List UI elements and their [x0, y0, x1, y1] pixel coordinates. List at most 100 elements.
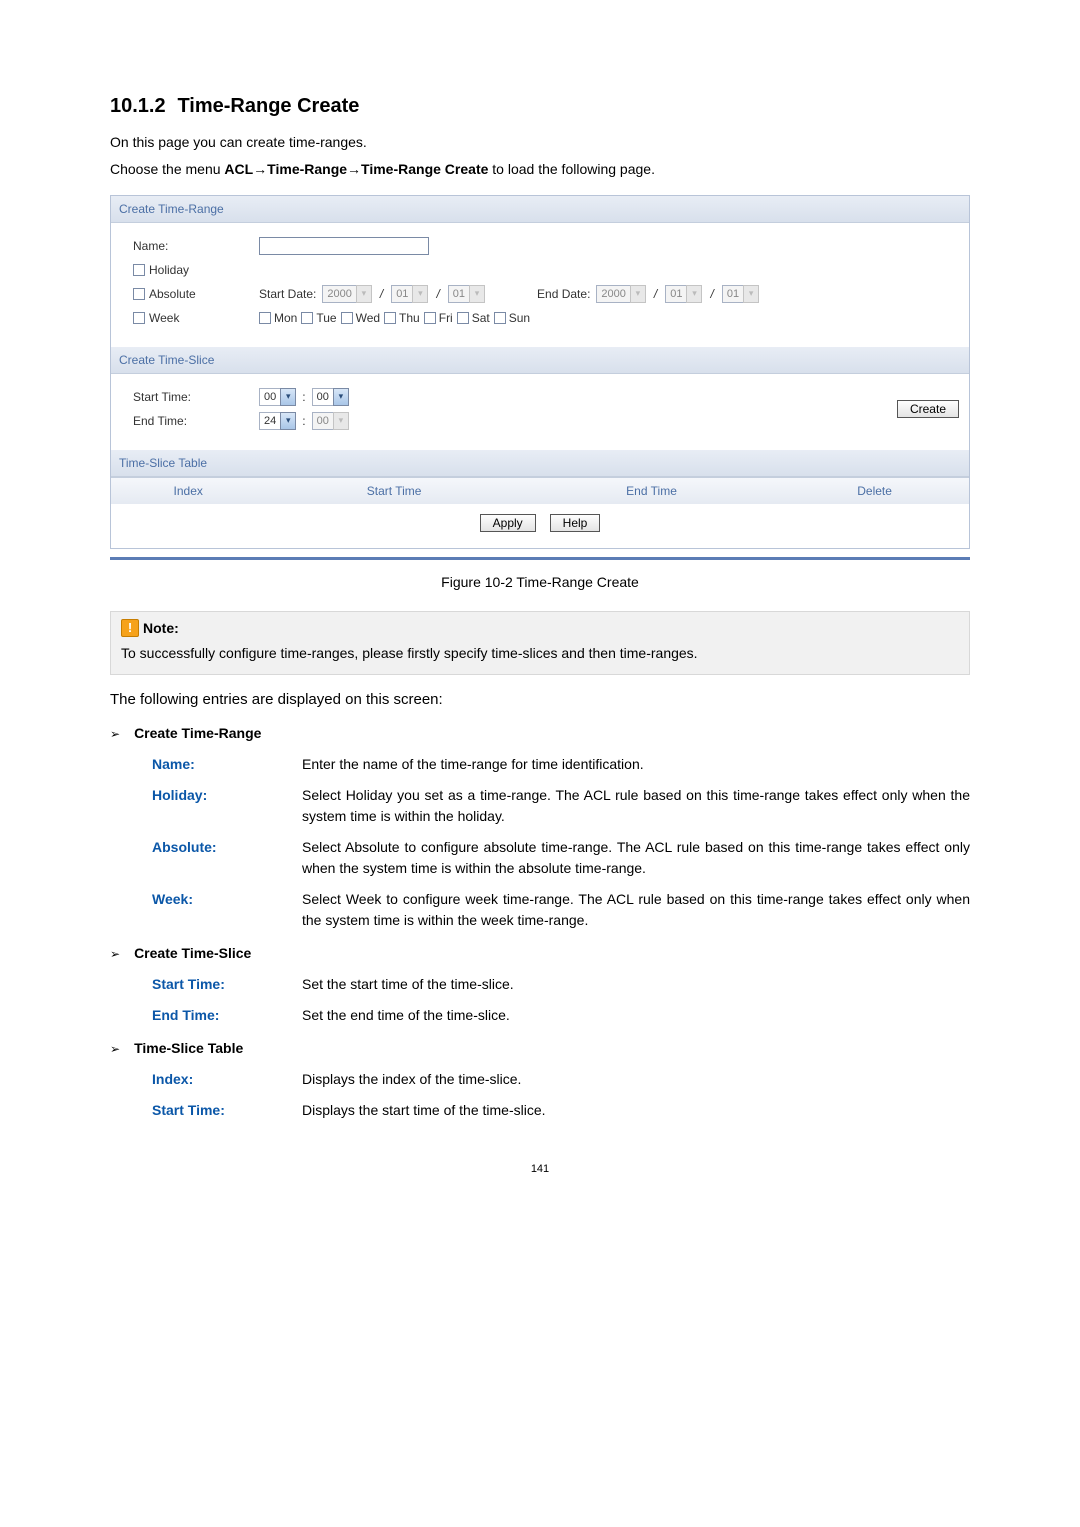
section-number: 10.1.2: [110, 95, 166, 117]
section-title: Time-Range Create: [177, 95, 359, 117]
name-label: Name:: [133, 237, 253, 255]
col-index: Index: [111, 478, 265, 504]
end-hour-dropdown-icon[interactable]: ▾: [280, 412, 296, 430]
warning-icon: !: [121, 619, 139, 637]
col-start-time: Start Time: [265, 478, 522, 504]
week-checkbox[interactable]: [133, 312, 145, 324]
start-day-dropdown-icon[interactable]: ▾: [469, 285, 485, 303]
intro-line2-pre: Choose the menu: [110, 161, 224, 177]
start-min-dropdown-icon[interactable]: ▾: [333, 388, 349, 406]
absolute-checkbox[interactable]: [133, 288, 145, 300]
sun-checkbox[interactable]: [494, 312, 506, 324]
sat-label: Sat: [472, 309, 490, 327]
start-month-select[interactable]: 01: [391, 285, 413, 303]
start-day-select[interactable]: 01: [448, 285, 470, 303]
start-min-select[interactable]: 00: [312, 388, 334, 406]
col-end-time: End Time: [523, 478, 780, 504]
start-month-dropdown-icon[interactable]: ▾: [412, 285, 428, 303]
desc-week: Select Week to configure week time-range…: [302, 889, 970, 931]
name-input[interactable]: [259, 237, 429, 255]
bullet-icon: ➢: [110, 723, 120, 743]
start-year-dropdown-icon[interactable]: ▾: [356, 285, 372, 303]
end-month-select[interactable]: 01: [665, 285, 687, 303]
term-index: Index:: [152, 1069, 302, 1090]
term-end-time: End Time:: [152, 1005, 302, 1026]
end-day-dropdown-icon[interactable]: ▾: [743, 285, 759, 303]
desc-tst-start: Displays the start time of the time-slic…: [302, 1100, 970, 1121]
bullet-icon: ➢: [110, 1038, 120, 1058]
intro-line1: On this page you can create time-ranges.: [110, 132, 970, 153]
sec2-title: Create Time-Slice: [134, 943, 251, 964]
wed-checkbox[interactable]: [341, 312, 353, 324]
end-min-dropdown-icon[interactable]: ▾: [333, 412, 349, 430]
note-text: To successfully configure time-ranges, p…: [121, 643, 959, 664]
end-day-select[interactable]: 01: [722, 285, 744, 303]
sec1-title: Create Time-Range: [134, 723, 261, 744]
bullet-icon: ➢: [110, 943, 120, 963]
start-hour-dropdown-icon[interactable]: ▾: [280, 388, 296, 406]
time-slice-table-header: Time-Slice Table: [111, 450, 969, 477]
section-heading: 10.1.2 Time-Range Create: [110, 90, 970, 122]
col-delete: Delete: [780, 478, 969, 504]
term-week: Week:: [152, 889, 302, 931]
holiday-label: Holiday: [149, 261, 189, 279]
start-time-label: Start Time:: [133, 388, 253, 406]
thu-label: Thu: [399, 309, 420, 327]
follow-text: The following entries are displayed on t…: [110, 689, 970, 712]
config-panel: Create Time-Range Name: Holiday Absolute…: [110, 195, 970, 549]
create-time-slice-header: Create Time-Slice: [111, 347, 969, 374]
page-number: 141: [110, 1161, 970, 1178]
intro-line2: Choose the menu ACL→Time-Range→Time-Rang…: [110, 159, 970, 180]
intro-line2-post: to load the following page.: [488, 161, 655, 177]
holiday-checkbox[interactable]: [133, 264, 145, 276]
thu-checkbox[interactable]: [384, 312, 396, 324]
apply-button[interactable]: Apply: [480, 514, 536, 532]
tue-checkbox[interactable]: [301, 312, 313, 324]
mon-checkbox[interactable]: [259, 312, 271, 324]
fri-checkbox[interactable]: [424, 312, 436, 324]
desc-holiday: Select Holiday you set as a time-range. …: [302, 785, 970, 827]
sec3-title: Time-Slice Table: [134, 1038, 243, 1059]
help-button[interactable]: Help: [550, 514, 601, 532]
fri-label: Fri: [439, 309, 453, 327]
term-start-time: Start Time:: [152, 974, 302, 995]
start-hour-select[interactable]: 00: [259, 388, 281, 406]
sun-label: Sun: [509, 309, 530, 327]
start-date-label: Start Date:: [259, 285, 316, 303]
colon: :: [302, 412, 305, 430]
create-button[interactable]: Create: [897, 400, 959, 418]
horizontal-rule: [110, 557, 970, 560]
term-name: Name:: [152, 754, 302, 775]
sat-checkbox[interactable]: [457, 312, 469, 324]
desc-end-time: Set the end time of the time-slice.: [302, 1005, 970, 1026]
term-holiday: Holiday:: [152, 785, 302, 827]
end-date-label: End Date:: [537, 285, 590, 303]
mon-label: Mon: [274, 309, 297, 327]
wed-label: Wed: [356, 309, 380, 327]
desc-index: Displays the index of the time-slice.: [302, 1069, 970, 1090]
end-year-select[interactable]: 2000: [596, 285, 630, 303]
slash: /: [708, 285, 715, 303]
term-tst-start: Start Time:: [152, 1100, 302, 1121]
tue-label: Tue: [316, 309, 336, 327]
colon: :: [302, 388, 305, 406]
desc-start-time: Set the start time of the time-slice.: [302, 974, 970, 995]
slash: /: [434, 285, 441, 303]
end-month-dropdown-icon[interactable]: ▾: [686, 285, 702, 303]
absolute-label: Absolute: [149, 285, 196, 303]
note-label: Note:: [143, 618, 179, 639]
end-hour-select[interactable]: 24: [259, 412, 281, 430]
menu-path: ACL→Time-Range→Time-Range Create: [224, 161, 488, 177]
end-min-select[interactable]: 00: [312, 412, 334, 430]
start-year-select[interactable]: 2000: [322, 285, 356, 303]
slash: /: [652, 285, 659, 303]
end-time-label: End Time:: [133, 412, 253, 430]
week-days: Mon Tue Wed Thu Fri Sat Sun: [259, 309, 530, 327]
note-box: ! Note: To successfully configure time-r…: [110, 611, 970, 675]
figure-caption: Figure 10-2 Time-Range Create: [110, 572, 970, 593]
term-absolute: Absolute:: [152, 837, 302, 879]
end-year-dropdown-icon[interactable]: ▾: [630, 285, 646, 303]
time-slice-table-columns: Index Start Time End Time Delete: [111, 477, 969, 504]
week-label: Week: [149, 309, 179, 327]
desc-name: Enter the name of the time-range for tim…: [302, 754, 970, 775]
